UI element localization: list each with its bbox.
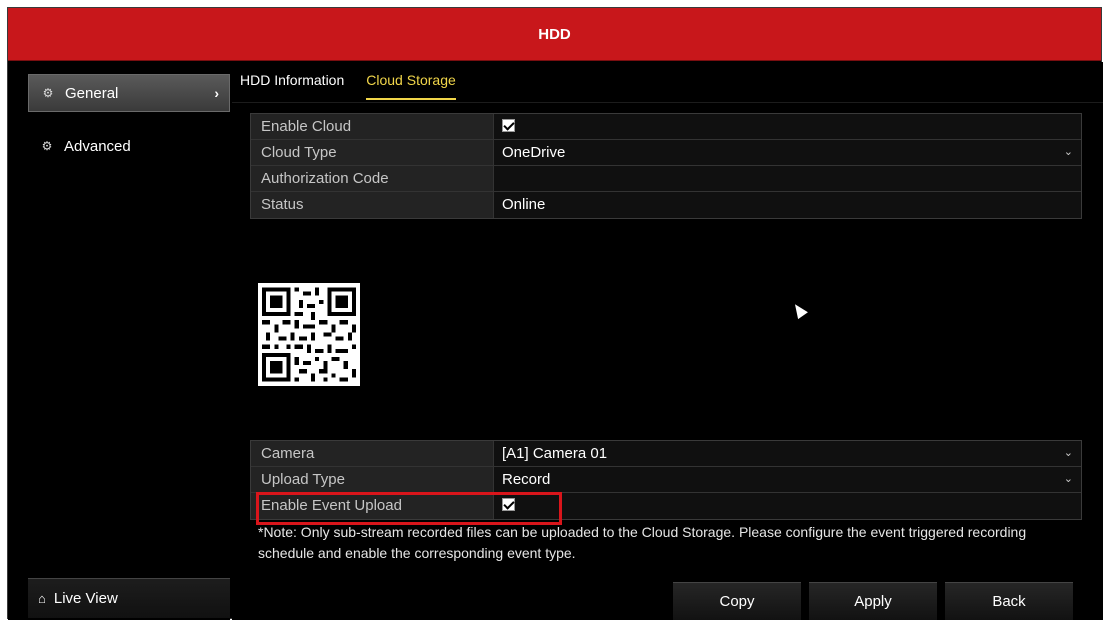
chevron-down-icon: ⌄ — [1063, 146, 1073, 158]
status-label: Status — [251, 192, 494, 218]
upload-type-value: Record — [502, 471, 551, 488]
enable-cloud-row: Enable Cloud — [251, 114, 1081, 140]
note-text: *Note: Only sub-stream recorded files ca… — [258, 524, 1027, 561]
chevron-down-icon: ⌄ — [1063, 473, 1073, 485]
cloud-type-value: OneDrive — [502, 144, 566, 161]
gears-icon: ⚙ — [41, 139, 53, 153]
cloud-settings-table: Enable Cloud Cloud Type OneDrive ⌄ Autho… — [250, 113, 1082, 219]
cloud-type-row: Cloud Type OneDrive ⌄ — [251, 140, 1081, 166]
gear-icon: ⚙ — [42, 86, 54, 100]
hdd-window: HDD ⚙ General › ⚙ Advanced ⌂ Live View H… — [7, 7, 1103, 620]
copy-button[interactable]: Copy — [673, 582, 801, 620]
cloud-type-label: Cloud Type — [251, 140, 494, 165]
camera-select[interactable]: [A1] Camera 01 ⌄ — [494, 441, 1081, 466]
sidebar-item-general[interactable]: ⚙ General › — [28, 74, 230, 112]
home-icon: ⌂ — [38, 591, 46, 606]
status-row: Status Online — [251, 192, 1081, 218]
sidebar: ⚙ General › ⚙ Advanced ⌂ Live View — [8, 62, 230, 620]
live-view-label: Live View — [53, 590, 118, 607]
chevron-down-icon: ⌄ — [1063, 447, 1073, 459]
apply-button[interactable]: Apply — [809, 582, 937, 620]
main-panel: HDD Information Cloud Storage Enable Clo… — [232, 62, 1103, 620]
window-title: HDD — [8, 8, 1101, 61]
camera-label: Camera — [251, 441, 494, 466]
status-value: Online — [502, 196, 546, 213]
upload-type-row: Upload Type Record ⌄ — [251, 467, 1081, 493]
live-view-button[interactable]: ⌂ Live View — [28, 578, 230, 618]
upload-type-select[interactable]: Record ⌄ — [494, 467, 1081, 492]
sidebar-item-advanced[interactable]: ⚙ Advanced — [28, 127, 230, 165]
camera-value: [A1] Camera 01 — [502, 445, 608, 462]
upload-type-label: Upload Type — [251, 467, 494, 492]
mouse-cursor-icon — [790, 300, 808, 320]
sidebar-item-label: Advanced — [64, 137, 131, 155]
authorization-code-field[interactable] — [494, 166, 1081, 191]
authorization-code-row: Authorization Code — [251, 166, 1081, 192]
qr-code — [258, 283, 360, 386]
enable-cloud-label: Enable Cloud — [251, 114, 494, 139]
authorization-code-label: Authorization Code — [251, 166, 494, 191]
tab-bar: HDD Information Cloud Storage — [240, 72, 478, 100]
highlight-box — [256, 492, 562, 525]
tab-cloud-storage[interactable]: Cloud Storage — [366, 72, 456, 100]
enable-cloud-checkbox[interactable] — [502, 118, 515, 132]
chevron-right-icon: › — [214, 85, 219, 101]
back-button[interactable]: Back — [945, 582, 1073, 620]
camera-row: Camera [A1] Camera 01 ⌄ — [251, 441, 1081, 467]
sidebar-item-label: General — [65, 84, 119, 102]
cloud-type-select[interactable]: OneDrive ⌄ — [494, 140, 1081, 165]
tab-divider — [232, 102, 1103, 103]
tab-hdd-information[interactable]: HDD Information — [240, 72, 344, 100]
